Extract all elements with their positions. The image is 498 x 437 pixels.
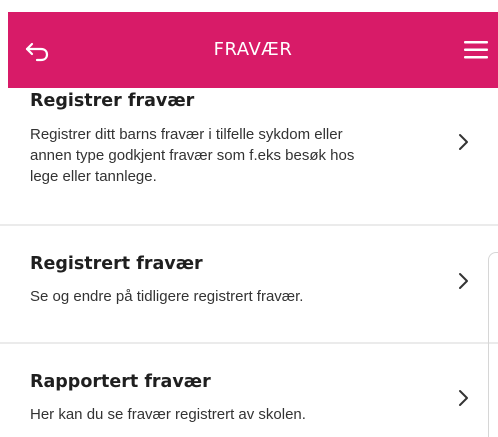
- menu-item-description: Registrer ditt barns fravær i tilfelle s…: [30, 126, 355, 185]
- menu-item-description: Her kan du se fravær registrert av skole…: [30, 406, 306, 423]
- menu-item-description: Se og endre på tidligere registrert frav…: [30, 288, 304, 305]
- hamburger-menu-icon[interactable]: [462, 37, 490, 63]
- menu-item-rapportert-fravaer[interactable]: Rapportert fravær Her kan du se fravær r…: [0, 344, 498, 437]
- scroll-indicator: [488, 252, 498, 437]
- menu-item-title: Registrer fravær: [30, 91, 195, 111]
- chevron-right-icon: [459, 390, 468, 406]
- menu-item-registrert-fravaer[interactable]: Registrert fravær Se og endre på tidlige…: [0, 226, 498, 342]
- status-area: [0, 0, 498, 12]
- app-header: FRAVÆR: [8, 12, 498, 88]
- page-title: FRAVÆR: [213, 39, 293, 60]
- chevron-right-icon: [459, 134, 468, 150]
- absence-menu-list: Registrer fravær Registrer ditt barns fr…: [0, 88, 498, 437]
- menu-item-registrer-fravaer[interactable]: Registrer fravær Registrer ditt barns fr…: [0, 88, 498, 224]
- menu-item-title: Rapportert fravær: [30, 372, 211, 392]
- menu-item-title: Registrert fravær: [30, 254, 203, 274]
- chevron-right-icon: [459, 273, 468, 289]
